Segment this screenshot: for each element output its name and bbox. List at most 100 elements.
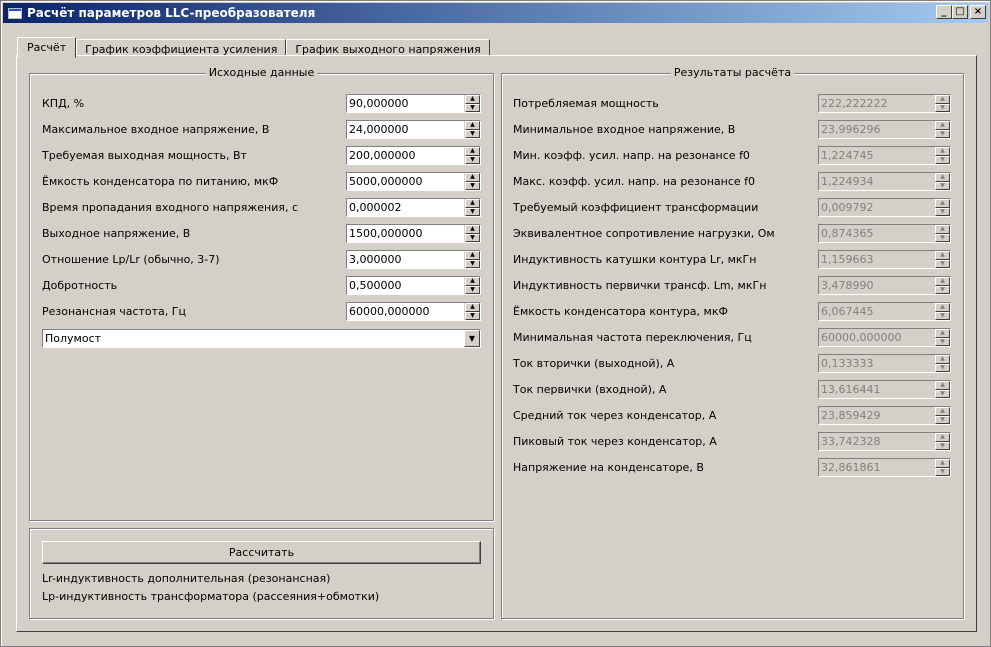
input-field-input[interactable] bbox=[347, 251, 464, 268]
spin-down-icon: ▼ bbox=[935, 363, 950, 372]
spin-up-icon: ▲ bbox=[935, 95, 950, 104]
spin-down-icon[interactable]: ▼ bbox=[465, 233, 480, 242]
result-field-input bbox=[819, 303, 934, 320]
input-field-spinbox[interactable]: ▲▼ bbox=[346, 120, 481, 139]
input-field-input[interactable] bbox=[347, 95, 464, 112]
spin-up-icon: ▲ bbox=[935, 121, 950, 130]
spin-down-icon: ▼ bbox=[935, 285, 950, 294]
spin-down-icon: ▼ bbox=[935, 337, 950, 346]
title-bar[interactable]: Расчёт параметров LLC-преобразователя _ … bbox=[3, 3, 988, 23]
topology-select[interactable]: Полумост ▼ bbox=[42, 329, 481, 348]
result-field-input bbox=[819, 251, 934, 268]
close-button[interactable]: × bbox=[970, 5, 986, 19]
chevron-down-icon[interactable]: ▼ bbox=[464, 330, 480, 347]
spin-up-icon: ▲ bbox=[935, 277, 950, 286]
input-field-label: Отношение Lp/Lr (обычно, 3-7) bbox=[42, 253, 220, 266]
input-field-input[interactable] bbox=[347, 173, 464, 190]
input-field-input[interactable] bbox=[347, 225, 464, 242]
spin-up-icon[interactable]: ▲ bbox=[465, 199, 480, 208]
result-field-spinbox: ▲▼ bbox=[818, 406, 951, 425]
spin-up-icon[interactable]: ▲ bbox=[465, 277, 480, 286]
result-field-label: Средний ток через конденсатор, А bbox=[513, 409, 717, 422]
maximize-button[interactable]: □ bbox=[952, 5, 968, 19]
result-field-spinbox: ▲▼ bbox=[818, 458, 951, 477]
spin-down-icon[interactable]: ▼ bbox=[465, 207, 480, 216]
result-field-label: Ёмкость конденсатора контура, мкФ bbox=[513, 305, 728, 318]
input-field-input[interactable] bbox=[347, 147, 464, 164]
spin-up-icon[interactable]: ▲ bbox=[465, 173, 480, 182]
result-field-spinbox: ▲▼ bbox=[818, 250, 951, 269]
result-field-spinbox: ▲▼ bbox=[818, 380, 951, 399]
topology-value: Полумост bbox=[45, 332, 102, 345]
spin-down-icon[interactable]: ▼ bbox=[465, 129, 480, 138]
input-field-label: Время пропадания входного напряжения, с bbox=[42, 201, 299, 214]
result-field-spinbox: ▲▼ bbox=[818, 146, 951, 165]
input-field-input[interactable] bbox=[347, 303, 464, 320]
spin-down-icon[interactable]: ▼ bbox=[465, 259, 480, 268]
spin-up-icon[interactable]: ▲ bbox=[465, 147, 480, 156]
window-controls: _ □ × bbox=[936, 5, 986, 19]
input-field-spinbox[interactable]: ▲▼ bbox=[346, 94, 481, 113]
input-field-spinbox[interactable]: ▲▼ bbox=[346, 250, 481, 269]
spin-up-icon[interactable]: ▲ bbox=[465, 303, 480, 312]
result-field-input bbox=[819, 225, 934, 242]
calculate-button[interactable]: Рассчитать bbox=[42, 541, 481, 564]
input-field-label: Добротность bbox=[42, 279, 118, 292]
result-field-spinbox: ▲▼ bbox=[818, 432, 951, 451]
spin-up-icon[interactable]: ▲ bbox=[465, 121, 480, 130]
input-field-spinbox[interactable]: ▲▼ bbox=[346, 276, 481, 295]
result-field-label: Ток вторички (выходной), А bbox=[513, 357, 675, 370]
result-field-input bbox=[819, 173, 934, 190]
result-field-spinbox: ▲▼ bbox=[818, 94, 951, 113]
input-data-title: Исходные данные bbox=[205, 66, 318, 79]
spin-down-icon: ▼ bbox=[935, 207, 950, 216]
spin-up-icon[interactable]: ▲ bbox=[465, 251, 480, 260]
result-field-spinbox: ▲▼ bbox=[818, 328, 951, 347]
result-field-label: Мин. коэфф. усил. напр. на резонансе f0 bbox=[513, 149, 750, 162]
spin-down-icon[interactable]: ▼ bbox=[465, 311, 480, 320]
result-field-label: Потребляемая мощность bbox=[513, 97, 659, 110]
spin-down-icon[interactable]: ▼ bbox=[465, 181, 480, 190]
result-field-input bbox=[819, 147, 934, 164]
spin-up-icon[interactable]: ▲ bbox=[465, 225, 480, 234]
spin-down-icon: ▼ bbox=[935, 259, 950, 268]
spin-down-icon: ▼ bbox=[935, 415, 950, 424]
result-field-label: Ток первички (входной), А bbox=[513, 383, 667, 396]
result-field-input bbox=[819, 95, 934, 112]
tab-calculation[interactable]: Расчёт bbox=[17, 37, 77, 58]
spin-up-icon: ▲ bbox=[935, 459, 950, 468]
spin-up-icon: ▲ bbox=[935, 251, 950, 260]
spin-down-icon: ▼ bbox=[935, 389, 950, 398]
input-field-spinbox[interactable]: ▲▼ bbox=[346, 198, 481, 217]
result-field-label: Макс. коэфф. усил. напр. на резонансе f0 bbox=[513, 175, 756, 188]
minimize-button[interactable]: _ bbox=[936, 5, 952, 19]
note-lp: Lp-индуктивность трансформатора (рассеян… bbox=[42, 590, 380, 603]
result-field-spinbox: ▲▼ bbox=[818, 120, 951, 139]
input-field-spinbox[interactable]: ▲▼ bbox=[346, 146, 481, 165]
input-field-input[interactable] bbox=[347, 199, 464, 216]
result-field-label: Минимальная частота переключения, Гц bbox=[513, 331, 752, 344]
result-field-input bbox=[819, 355, 934, 372]
spin-down-icon[interactable]: ▼ bbox=[465, 285, 480, 294]
result-field-spinbox: ▲▼ bbox=[818, 276, 951, 295]
spin-down-icon[interactable]: ▼ bbox=[465, 103, 480, 112]
input-field-input[interactable] bbox=[347, 277, 464, 294]
spin-down-icon[interactable]: ▼ bbox=[465, 155, 480, 164]
result-field-label: Напряжение на конденсаторе, В bbox=[513, 461, 704, 474]
input-field-label: Выходное напряжение, В bbox=[42, 227, 191, 240]
input-field-label: Ёмкость конденсатора по питанию, мкФ bbox=[42, 175, 279, 188]
spin-up-icon[interactable]: ▲ bbox=[465, 95, 480, 104]
input-field-label: КПД, % bbox=[42, 97, 85, 110]
input-field-spinbox[interactable]: ▲▼ bbox=[346, 224, 481, 243]
spin-down-icon: ▼ bbox=[935, 467, 950, 476]
result-field-label: Минимальное входное напряжение, В bbox=[513, 123, 736, 136]
result-field-input bbox=[819, 433, 934, 450]
input-field-spinbox[interactable]: ▲▼ bbox=[346, 302, 481, 321]
actions-group: Рассчитать Lr-индуктивность дополнительн… bbox=[29, 528, 494, 619]
input-field-spinbox[interactable]: ▲▼ bbox=[346, 172, 481, 191]
spin-down-icon: ▼ bbox=[935, 103, 950, 112]
input-field-input[interactable] bbox=[347, 121, 464, 138]
result-field-input bbox=[819, 199, 934, 216]
input-field-label: Максимальное входное напряжение, В bbox=[42, 123, 270, 136]
app-window: Расчёт параметров LLC-преобразователя _ … bbox=[0, 0, 991, 647]
